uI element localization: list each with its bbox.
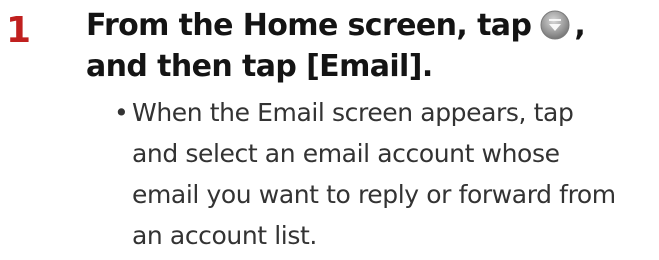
bullet-line: email you want to reply or forward from	[132, 180, 616, 209]
heading-text-before-icon: From the Home screen, tap	[86, 8, 532, 43]
heading-text-after-icon: ,	[574, 8, 586, 43]
home-menu-icon	[539, 9, 571, 41]
heading-line-2: and then tap [Email].	[86, 49, 433, 84]
instruction-bullet: • When the Email screen appears, tap and…	[112, 92, 652, 256]
bullet-dot: •	[114, 98, 129, 127]
heading-line-1: From the Home screen, tap ,	[86, 5, 586, 46]
step-number: 1	[6, 10, 32, 51]
bullet-line: and select an email account whose	[132, 139, 560, 168]
instruction-bullet-list: • When the Email screen appears, tap and…	[112, 92, 652, 256]
bullet-line: When the Email screen appears, tap	[132, 98, 574, 127]
bullet-line: an account list.	[132, 221, 317, 250]
step-heading: From the Home screen, tap , and then tap…	[86, 5, 586, 87]
